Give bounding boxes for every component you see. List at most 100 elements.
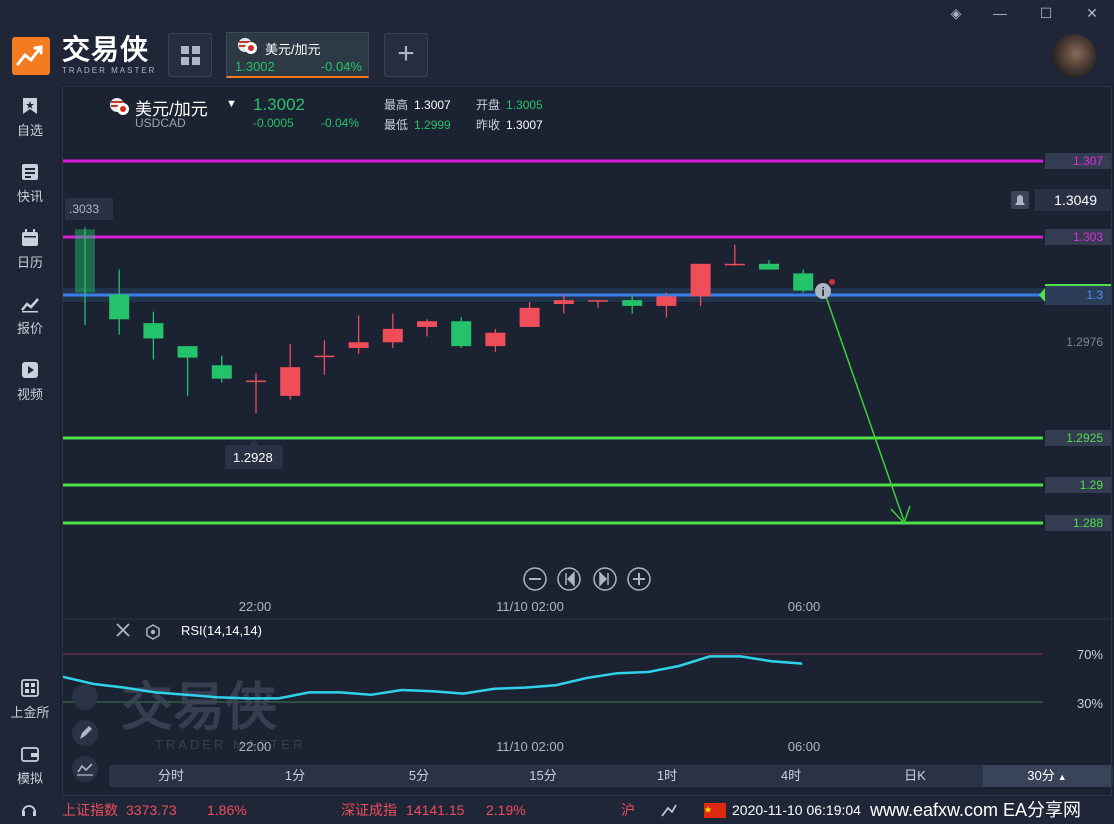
candle-body[interactable] — [143, 323, 164, 339]
level-label-1303: 1.303 — [1073, 230, 1103, 244]
symbol-tab-name: 美元/加元 — [265, 42, 321, 57]
timeframe-tabs: 分时 1分 5分 15分 1时 4时 日K 30分 ▲ — [109, 765, 1113, 787]
price-chart-svg[interactable]: 1.307 1.303 1.3 1.2976 1.2925 1.29 1.288… — [63, 87, 1113, 797]
sidebar-label-calendar: 日历 — [16, 255, 43, 270]
grid-icon — [181, 46, 200, 65]
sidebar-item-calendar[interactable]: 日历 — [0, 228, 60, 286]
china-flag-icon — [704, 803, 726, 818]
brand-subtitle: TRADER MASTER — [62, 66, 157, 75]
tab-1min[interactable]: 1分 — [233, 765, 357, 787]
candle-body[interactable] — [246, 380, 266, 383]
flag-us-ca-icon — [238, 38, 257, 54]
candle-body[interactable] — [451, 321, 472, 347]
brand: 交易侠 TRADER MASTER — [62, 36, 157, 76]
candle-body[interactable] — [759, 263, 779, 270]
minimize-button[interactable]: — — [990, 4, 1010, 22]
candle-body[interactable] — [656, 296, 677, 306]
candle-body[interactable] — [314, 355, 335, 358]
app-window: ◈ — ☐ ✕ 交易侠 TRADER MASTER 美元/加元 1.3002 -… — [0, 0, 1114, 824]
tab-4hour[interactable]: 4时 — [729, 765, 853, 787]
tab-timeshare[interactable]: 分时 — [109, 765, 233, 787]
svg-text:i: i — [821, 285, 824, 299]
symbol-tab-change: -0.04% — [320, 59, 362, 74]
zoom-controls — [523, 567, 651, 591]
close-button[interactable]: ✕ — [1082, 4, 1102, 22]
level-label-1288: 1.288 — [1073, 516, 1103, 530]
tab-15min[interactable]: 15分 — [481, 765, 605, 787]
sz-index-label: 深证成指 — [341, 802, 397, 818]
sidebar-label-simulate: 模拟 — [16, 771, 43, 786]
candle-body[interactable] — [280, 367, 301, 396]
sidebar-label-watchlist: 自选 — [16, 123, 43, 138]
candle-body[interactable] — [519, 307, 540, 327]
symbol-change: -0.0005 — [253, 116, 294, 130]
candle-body[interactable] — [588, 300, 608, 302]
sidebar-label-quotes: 报价 — [16, 321, 43, 336]
add-symbol-button[interactable]: + — [384, 33, 428, 77]
sz-index-value: 14141.15 — [406, 802, 465, 818]
candle-body[interactable] — [417, 321, 437, 327]
time-label-2200: 22:00 — [239, 599, 272, 614]
candle-body[interactable] — [724, 263, 745, 266]
symbol-price: 1.3002 — [253, 95, 305, 114]
video-icon — [22, 362, 38, 378]
datetime: 2020-11-10 06:19:04 — [732, 802, 861, 818]
sidebar-item-quotes[interactable]: 报价 — [0, 294, 60, 352]
rsi-time-label-0600: 06:00 — [788, 739, 821, 754]
tool-button-1[interactable] — [72, 684, 98, 710]
candle-body[interactable] — [75, 229, 95, 293]
sidebar-item-simulate[interactable]: 模拟 — [0, 744, 60, 802]
headset-icon[interactable] — [20, 802, 38, 818]
candle-body[interactable] — [109, 294, 130, 320]
rsi-watermark: 交易侠 — [121, 679, 277, 737]
sidebar-label-video: 视频 — [16, 387, 43, 402]
candle-body[interactable] — [690, 263, 711, 297]
sidebar-label-gold-exchange: 上金所 — [10, 705, 50, 720]
rsi-level-30: 30% — [1077, 696, 1103, 711]
stat-open: 开盘 1.3005 — [476, 98, 543, 112]
low-marker-label: 1.2928 — [233, 450, 273, 465]
candle-body[interactable] — [485, 332, 506, 347]
sidebar-item-news[interactable]: 快讯 — [0, 162, 60, 220]
stat-low: 最低 1.2999 — [384, 118, 451, 132]
tab-5min[interactable]: 5分 — [357, 765, 481, 787]
sz-index-pct: 2.19% — [486, 802, 526, 818]
app-logo-icon — [12, 37, 50, 75]
close-indicator-icon[interactable] — [116, 623, 130, 637]
symbol-tab-usdcad[interactable]: 美元/加元 1.3002 -0.04% — [226, 32, 369, 78]
status-bar: 上证指数 3373.73 1.86% 深证成指 14141.15 2.19% 沪… — [0, 796, 1114, 824]
hu-label: 沪 — [621, 802, 635, 818]
avatar[interactable] — [1052, 34, 1096, 78]
layers-icon[interactable]: ◈ — [946, 4, 966, 22]
sidebar-item-watchlist[interactable]: 自选 — [0, 96, 60, 154]
symbol-code: USDCAD — [135, 116, 186, 130]
candle-body[interactable] — [211, 365, 232, 379]
tab-30min-label: 30分 — [1027, 768, 1055, 783]
chart-panel[interactable]: 1.307 1.303 1.3 1.2976 1.2925 1.29 1.288… — [62, 86, 1113, 797]
rsi-indicator-label: RSI(14,14,14) — [181, 623, 262, 638]
stat-high: 最高 1.3007 — [384, 98, 451, 112]
connection-icon[interactable] — [660, 802, 678, 818]
candles-group — [75, 227, 814, 414]
candle-body[interactable] — [382, 328, 403, 343]
symbol-tab-price: 1.3002 — [235, 59, 275, 74]
wallet-icon — [21, 747, 39, 762]
level-label-13: 1.3 — [1086, 288, 1103, 302]
gold-exchange-icon — [21, 679, 39, 697]
candle-body[interactable] — [622, 300, 643, 306]
candle-body[interactable] — [348, 342, 369, 349]
sh-index-label: 上证指数 — [62, 802, 118, 818]
chevron-down-icon[interactable]: ▼ — [226, 98, 237, 110]
candle-body[interactable] — [177, 346, 198, 358]
tab-daily[interactable]: 日K — [853, 765, 977, 787]
candle-body[interactable] — [793, 273, 814, 291]
layout-grid-button[interactable] — [168, 33, 212, 77]
maximize-button[interactable]: ☐ — [1036, 4, 1056, 22]
sidebar-item-gold-exchange[interactable]: 上金所 — [0, 678, 60, 736]
candle-body[interactable] — [553, 300, 574, 304]
sidebar: 自选 快讯 日历 报价 视频 上金所 模拟 — [0, 84, 60, 796]
sidebar-item-video[interactable]: 视频 — [0, 360, 60, 418]
tab-30min[interactable]: 30分 ▲ — [983, 765, 1111, 787]
tab-1hour[interactable]: 1时 — [605, 765, 729, 787]
flag-us-ca-icon — [110, 98, 129, 115]
